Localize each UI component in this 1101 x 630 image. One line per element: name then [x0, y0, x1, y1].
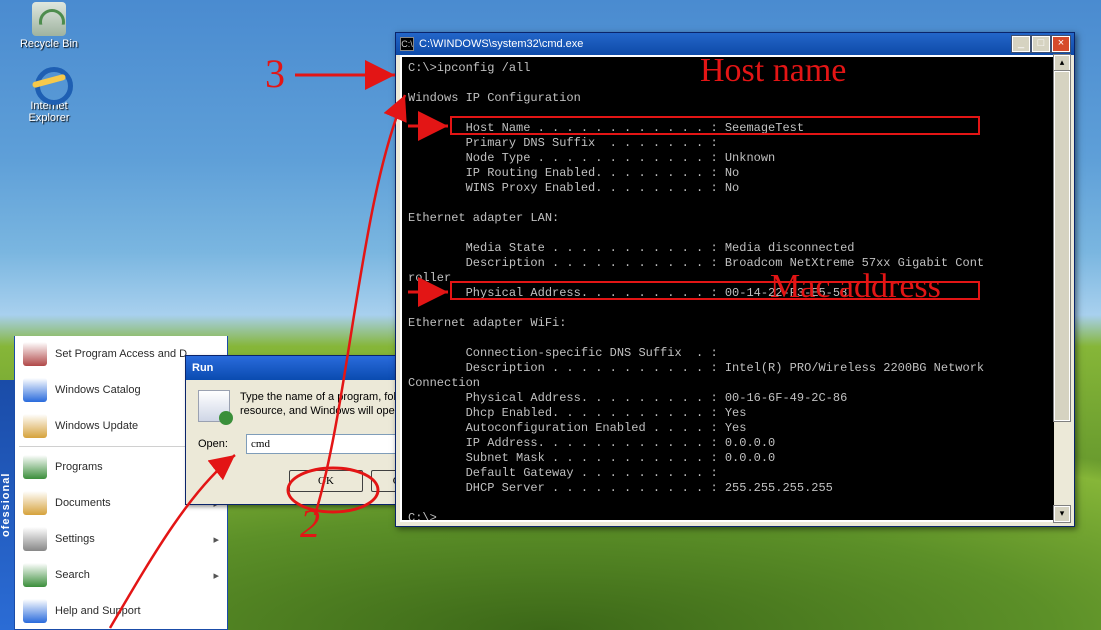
menu-item-icon [23, 491, 47, 515]
menu-item-icon [23, 378, 47, 402]
scroll-down-button[interactable]: ▾ [1054, 506, 1070, 522]
run-icon [198, 390, 230, 422]
annotation-step-3: 3 [265, 50, 285, 97]
menu-item-icon [23, 342, 47, 366]
menu-item-label: Programs [55, 461, 103, 473]
scroll-track[interactable] [1054, 71, 1070, 506]
menu-item-icon [23, 527, 47, 551]
menu-item-label: Set Program Access and D [55, 348, 187, 360]
menu-item-label: Settings [55, 533, 95, 545]
menu-item-icon [23, 414, 47, 438]
maximize-button[interactable]: □ [1032, 36, 1050, 52]
menu-item-label: Windows Catalog [55, 384, 141, 396]
desktop-icon-internet-explorer[interactable]: Internet Explorer [14, 64, 84, 124]
submenu-arrow-icon: ▸ [213, 533, 219, 546]
windows-edition-strip: ofessional [0, 380, 14, 630]
cmd-frame: C:\>ipconfig /all Windows IP Configurati… [400, 55, 1070, 522]
annotation-hostname-label: Host name [700, 52, 846, 90]
start-menu-item[interactable]: Search ▸ [15, 557, 227, 593]
menu-item-label: Help and Support [55, 605, 141, 617]
submenu-arrow-icon: ▸ [213, 569, 219, 582]
highlight-hostname [450, 116, 980, 135]
menu-item-label: Windows Update [55, 420, 138, 432]
desktop-icon-label: Recycle Bin [14, 38, 84, 50]
run-open-label: Open: [198, 438, 238, 450]
start-menu-item[interactable]: Help and Support [15, 593, 227, 629]
menu-item-label: Search [55, 569, 90, 581]
desktop-icon-recycle-bin[interactable]: Recycle Bin [14, 2, 84, 50]
scroll-up-button[interactable]: ▴ [1054, 55, 1070, 71]
scroll-thumb[interactable] [1054, 71, 1070, 421]
menu-item-icon [23, 599, 47, 623]
scrollbar[interactable]: ▴ ▾ [1054, 55, 1070, 522]
minimize-button[interactable]: _ [1012, 36, 1030, 52]
cmd-icon: C:\ [400, 37, 414, 51]
menu-item-label: Documents [55, 497, 111, 509]
start-menu-item[interactable]: Settings ▸ [15, 521, 227, 557]
menu-item-icon [23, 563, 47, 587]
menu-item-icon [23, 455, 47, 479]
annotation-mac-label: Mac address [770, 268, 941, 306]
internet-explorer-icon [32, 64, 66, 98]
cmd-window: C:\ C:\WINDOWS\system32\cmd.exe _ □ × C:… [395, 32, 1075, 527]
run-title: Run [192, 362, 213, 374]
ok-button[interactable]: OK [289, 470, 363, 492]
close-button[interactable]: × [1052, 36, 1070, 52]
annotation-step-2: 2 [300, 500, 320, 547]
cmd-title: C:\WINDOWS\system32\cmd.exe [419, 38, 583, 50]
recycle-bin-icon [32, 2, 66, 36]
